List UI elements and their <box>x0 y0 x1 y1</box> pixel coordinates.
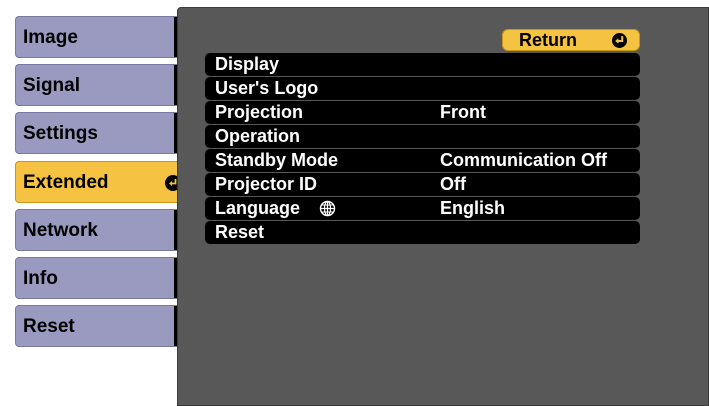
menu-item-projection[interactable]: Projection Front <box>205 101 640 124</box>
tab-network[interactable]: Network <box>15 209 191 251</box>
tab-reset[interactable]: Reset <box>15 305 191 347</box>
menu-item-label: Standby Mode <box>215 150 339 170</box>
tab-info[interactable]: Info <box>15 257 191 299</box>
menu-item-label: User's Logo <box>215 78 319 98</box>
menu-item-operation[interactable]: Operation <box>205 125 640 148</box>
tab-label: Network <box>23 220 98 241</box>
enter-icon <box>612 33 627 48</box>
tab-label: Reset <box>23 316 75 337</box>
menu-item-value: English <box>440 198 506 218</box>
tab-settings[interactable]: Settings <box>15 112 191 154</box>
menu-item-label: Display <box>215 54 280 74</box>
menu-item-users-logo[interactable]: User's Logo <box>205 77 640 100</box>
globe-icon <box>319 200 336 222</box>
return-button[interactable]: Return <box>502 29 640 51</box>
menu-item-projector-id[interactable]: Projector ID Off <box>205 173 640 196</box>
menu-item-value: Front <box>440 102 486 122</box>
tab-image[interactable]: Image <box>15 16 191 58</box>
menu-item-label: Projector ID <box>215 174 318 194</box>
tab-extended[interactable]: Extended <box>15 161 191 203</box>
menu-item-display[interactable]: Display <box>205 53 640 76</box>
menu-item-reset[interactable]: Reset <box>205 221 640 244</box>
tab-label: Info <box>23 268 58 289</box>
menu-item-label: Reset <box>215 222 265 242</box>
menu-item-label: Language <box>215 198 301 218</box>
tab-signal[interactable]: Signal <box>15 64 191 106</box>
menu-item-language[interactable]: Language English <box>205 197 640 220</box>
tab-label: Extended <box>23 172 109 193</box>
tab-label: Settings <box>23 123 98 144</box>
menu-item-label: Projection <box>215 102 304 122</box>
extended-menu-list: Display User's Logo Projection Front Ope… <box>205 53 640 245</box>
menu-item-value: Communication Off <box>440 150 607 170</box>
return-label: Return <box>519 30 577 50</box>
tab-label: Signal <box>23 75 81 96</box>
tab-label: Image <box>23 27 78 48</box>
menu-item-value: Off <box>440 174 466 194</box>
menu-item-label: Operation <box>215 126 301 146</box>
menu-item-standby-mode[interactable]: Standby Mode Communication Off <box>205 149 640 172</box>
